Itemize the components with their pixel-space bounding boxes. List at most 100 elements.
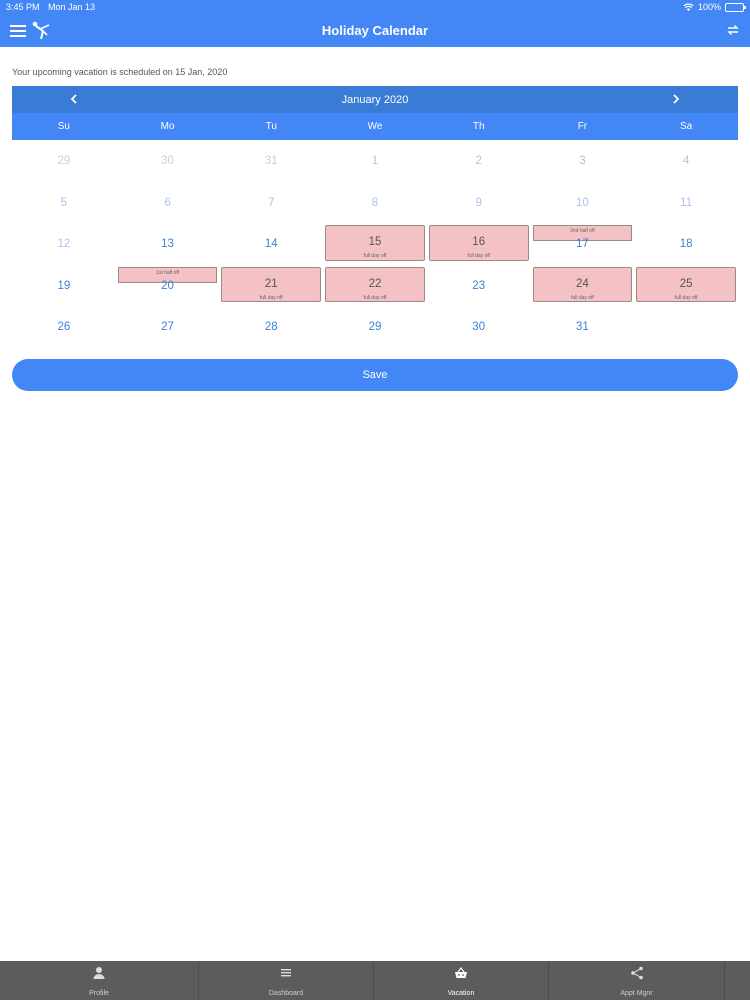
weekday-label: Sa xyxy=(680,121,693,132)
weekday-label: Fr xyxy=(577,121,588,132)
day-number: 3 xyxy=(579,155,586,167)
day-number: 2 xyxy=(475,155,482,167)
calendar-day[interactable]: 20 1st half off xyxy=(116,266,220,308)
calendar-day[interactable]: 26 xyxy=(12,307,116,349)
day-number: 26 xyxy=(57,321,71,334)
day-number: 4 xyxy=(682,155,690,167)
day-number: 29 xyxy=(368,321,382,334)
day-number: 18 xyxy=(679,238,693,251)
calendar-day[interactable]: 25 full day off xyxy=(634,266,738,308)
day-number: 22 xyxy=(368,277,382,290)
calendar-day[interactable]: 15 full day off xyxy=(323,224,427,266)
calendar-day[interactable]: 19 xyxy=(12,266,116,308)
calendar-day[interactable]: 28 xyxy=(219,307,323,349)
vacation-note: 2nd half off xyxy=(570,228,595,235)
calendar-day[interactable]: 5 xyxy=(12,183,116,225)
tab-label: Dashboard xyxy=(268,990,304,997)
vacation-note: full day off xyxy=(674,294,698,301)
status-date: Mon Jan 13 xyxy=(48,2,96,12)
calendar-day[interactable]: 31 xyxy=(219,141,323,183)
day-number: 24 xyxy=(576,277,589,290)
weekday-label: Th xyxy=(472,121,485,132)
day-number: 6 xyxy=(164,196,171,209)
tab-label: Profile xyxy=(89,990,109,997)
basket-icon xyxy=(455,967,467,978)
day-number: 9 xyxy=(475,196,482,209)
calendar-day[interactable]: 1 xyxy=(323,141,427,183)
day-number: 17 xyxy=(576,238,589,251)
day-number: 11 xyxy=(680,196,693,209)
day-number: 15 xyxy=(368,236,382,249)
calendar-day[interactable]: 31 xyxy=(531,307,635,349)
list-icon xyxy=(281,969,291,977)
calendar-empty-cell xyxy=(634,307,738,349)
calendar-day[interactable]: 9 xyxy=(427,183,531,225)
calendar-day[interactable]: 8 xyxy=(323,183,427,225)
calendar-day[interactable]: 30 xyxy=(427,307,531,349)
day-number: 27 xyxy=(161,321,174,334)
tab-profile[interactable]: Profile xyxy=(0,961,199,1000)
calendar-day[interactable]: 11 xyxy=(634,183,738,225)
save-button[interactable]: Save xyxy=(12,359,738,391)
share-icon xyxy=(630,966,643,980)
sync-icon[interactable] xyxy=(726,23,740,37)
calendar-day[interactable]: 13 xyxy=(116,224,220,266)
day-number: 30 xyxy=(161,155,174,167)
chevron-right-icon[interactable] xyxy=(668,91,684,107)
weekday-label: Tu xyxy=(265,121,277,132)
vacation-note: full day off xyxy=(571,294,594,301)
profile-icon xyxy=(93,967,105,979)
tab-dashboard[interactable]: Dashboard xyxy=(199,961,374,1000)
calendar-day[interactable]: 10 xyxy=(531,183,635,225)
calendar-day[interactable]: 3 xyxy=(531,141,635,183)
day-number: 21 xyxy=(264,277,278,290)
weekday-label: Su xyxy=(57,121,70,132)
day-number: 29 xyxy=(57,155,71,167)
calendar-grid: 29 30 31 1 2 3 4 5 6 7 8 9 10 11 12 13 14 15 full day off 1… xyxy=(12,141,738,349)
calendar-day[interactable]: 21 full day off xyxy=(219,266,323,308)
day-number: 8 xyxy=(371,196,379,209)
vacation-note: full day off xyxy=(467,253,491,260)
day-number: 13 xyxy=(161,238,174,251)
calendar-day[interactable]: 18 xyxy=(634,224,738,266)
day-number: 25 xyxy=(679,277,693,290)
battery-percent: 100% xyxy=(697,2,721,12)
calendar-day[interactable]: 22 full day off xyxy=(323,266,427,308)
day-number: 1 xyxy=(371,155,379,167)
day-number: 20 xyxy=(161,279,174,292)
calendar-day[interactable]: 6 xyxy=(116,183,220,225)
tab-appt-mgnr[interactable]: Appt Mgnr xyxy=(549,961,725,1000)
wifi-icon xyxy=(683,3,694,11)
calendar-day[interactable]: 7 xyxy=(219,183,323,225)
calendar-day[interactable]: 24 full day off xyxy=(531,266,635,308)
calendar-day[interactable]: 29 xyxy=(12,141,116,183)
calendar-day[interactable]: 23 xyxy=(427,266,531,308)
calendar-day[interactable]: 4 xyxy=(634,141,738,183)
calendar-day[interactable]: 27 xyxy=(116,307,220,349)
tab-vacation[interactable]: Vacation xyxy=(374,961,549,1000)
vacation-note: full day off xyxy=(363,294,387,301)
vacation-note: 1st half off xyxy=(156,269,180,276)
vacation-note: full day off xyxy=(259,294,283,301)
calendar-day[interactable]: 30 xyxy=(116,141,220,183)
calendar-day[interactable]: 16 full day off xyxy=(427,224,531,266)
day-number: 14 xyxy=(264,238,278,251)
battery-icon xyxy=(725,2,746,12)
weekday-label: We xyxy=(367,121,383,132)
calendar-day[interactable]: 12 xyxy=(12,224,116,266)
status-time: 3:45 PM xyxy=(6,2,40,12)
nav-bar: Holiday Calendar xyxy=(0,14,750,47)
tab-bar: Profile Dashboard Vacation Appt Mgnr xyxy=(0,961,750,1000)
weekday-row: Su Mo Tu We Th Fr Sa xyxy=(12,113,738,140)
status-bar: 3:45 PM Mon Jan 13 100% xyxy=(0,0,750,14)
status-right: 100% xyxy=(683,2,746,12)
calendar-day[interactable]: 17 2nd half off xyxy=(531,224,635,266)
calendar-day[interactable]: 2 xyxy=(427,141,531,183)
day-number: 31 xyxy=(576,321,589,334)
day-number: 10 xyxy=(576,196,589,209)
calendar-day[interactable]: 29 xyxy=(323,307,427,349)
tab-label: Appt Mgnr xyxy=(620,990,653,997)
vacation-summary: Your upcoming vacation is scheduled on 1… xyxy=(12,67,228,77)
calendar-day[interactable]: 14 xyxy=(219,224,323,266)
day-number: 23 xyxy=(472,279,486,292)
